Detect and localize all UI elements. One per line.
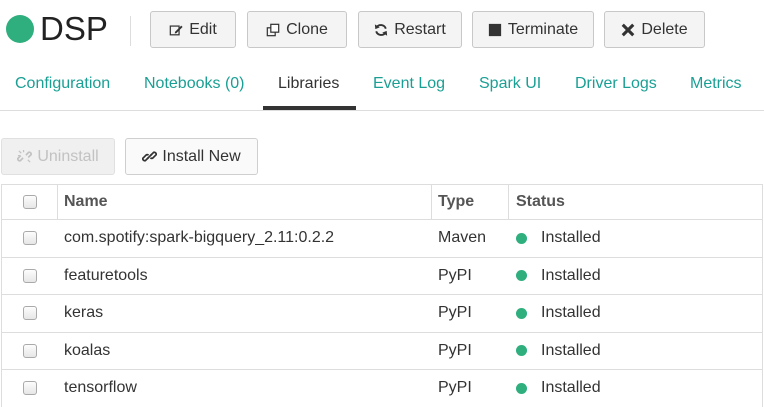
tab-driver-logs[interactable]: Driver Logs — [575, 74, 657, 94]
row-checkbox-cell — [2, 258, 58, 295]
installed-status-icon — [516, 232, 527, 244]
delete-button[interactable]: Delete — [604, 11, 705, 48]
tab-libraries[interactable]: Libraries — [278, 74, 339, 94]
table-row[interactable]: koalas PyPI Installed — [2, 333, 763, 370]
clone-button[interactable]: Clone — [247, 11, 347, 48]
library-name: featuretools — [64, 266, 148, 284]
library-status-cell: Installed — [509, 370, 763, 407]
terminate-button-label: Terminate — [507, 20, 579, 38]
restart-button-label: Restart — [394, 20, 446, 38]
restart-button[interactable]: Restart — [358, 11, 462, 48]
row-checkbox-cell — [2, 295, 58, 332]
library-status: Installed — [541, 229, 601, 247]
library-type: PyPI — [438, 341, 472, 359]
installed-status-icon — [516, 345, 527, 357]
select-all-cell — [2, 185, 58, 219]
library-status-cell: Installed — [509, 220, 763, 257]
select-all-checkbox[interactable] — [22, 195, 37, 209]
cluster-header: DSP Edit Clone Restart Terminate Delete — [0, 0, 764, 60]
edit-button[interactable]: Edit — [150, 11, 236, 48]
library-status-cell: Installed — [509, 295, 763, 332]
library-type: PyPI — [438, 379, 472, 397]
column-header-name[interactable]: Name — [58, 185, 432, 219]
library-type: Maven — [438, 229, 487, 247]
library-status: Installed — [541, 304, 601, 322]
library-status: Installed — [541, 266, 601, 284]
row-checkbox[interactable] — [23, 306, 37, 321]
column-header-status[interactable]: Status — [509, 185, 763, 219]
library-name: com.spotify:spark-bigquery_2.11:0.2.2 — [64, 229, 335, 247]
row-checkbox[interactable] — [23, 381, 37, 396]
tab-spark-ui[interactable]: Spark UI — [479, 74, 541, 94]
library-name: koalas — [64, 341, 111, 359]
installed-status-icon — [516, 382, 527, 394]
clone-button-label: Clone — [286, 20, 328, 38]
tab-notebooks[interactable]: Notebooks (0) — [144, 74, 245, 94]
edit-icon — [169, 24, 183, 35]
installed-status-icon — [516, 270, 527, 282]
link-icon — [142, 151, 158, 162]
install-new-button[interactable]: Install New — [125, 138, 258, 175]
header-divider — [130, 16, 131, 46]
library-status: Installed — [541, 379, 601, 397]
library-status-cell: Installed — [509, 333, 763, 370]
table-header-row: Name Type Status — [2, 185, 762, 220]
row-checkbox-cell — [2, 370, 58, 407]
install-new-button-label: Install New — [162, 147, 241, 165]
uninstall-button-label: Uninstall — [37, 147, 99, 165]
delete-button-label: Delete — [641, 20, 688, 38]
clone-icon — [266, 23, 280, 36]
table-row[interactable]: keras PyPI Installed — [2, 295, 762, 333]
row-checkbox-cell — [2, 333, 58, 370]
uninstall-button[interactable]: Uninstall — [1, 138, 115, 175]
stop-icon — [488, 23, 501, 36]
tab-metrics[interactable]: Metrics — [690, 74, 742, 94]
cluster-name: DSP — [40, 10, 108, 47]
table-row[interactable]: tensorflow PyPI Installed — [2, 370, 762, 407]
installed-status-icon — [516, 307, 527, 319]
library-name: keras — [64, 304, 104, 322]
library-type: PyPI — [438, 304, 472, 322]
library-type: PyPI — [438, 266, 472, 284]
unlink-icon — [17, 149, 33, 163]
refresh-icon — [375, 23, 388, 36]
library-status: Installed — [541, 341, 601, 359]
libraries-table: Name Type Status com.spotify:spark-bigqu… — [1, 184, 763, 407]
row-checkbox-cell — [2, 220, 58, 257]
row-checkbox[interactable] — [23, 343, 37, 358]
edit-button-label: Edit — [189, 20, 217, 38]
tab-configuration[interactable]: Configuration — [15, 74, 110, 94]
cluster-status-icon — [6, 15, 34, 43]
row-checkbox[interactable] — [23, 268, 37, 283]
x-icon — [622, 23, 635, 36]
column-header-type[interactable]: Type — [432, 185, 509, 219]
active-tab-indicator — [263, 106, 356, 110]
row-checkbox[interactable] — [23, 231, 37, 246]
table-row[interactable]: com.spotify:spark-bigquery_2.11:0.2.2 Ma… — [2, 220, 762, 258]
tab-event-log[interactable]: Event Log — [373, 74, 445, 94]
library-name: tensorflow — [64, 379, 137, 397]
cluster-tabs: Configuration Notebooks (0) Libraries Ev… — [0, 66, 764, 111]
library-status-cell: Installed — [509, 258, 763, 295]
table-row[interactable]: featuretools PyPI Installed — [2, 258, 763, 295]
terminate-button[interactable]: Terminate — [472, 11, 594, 48]
